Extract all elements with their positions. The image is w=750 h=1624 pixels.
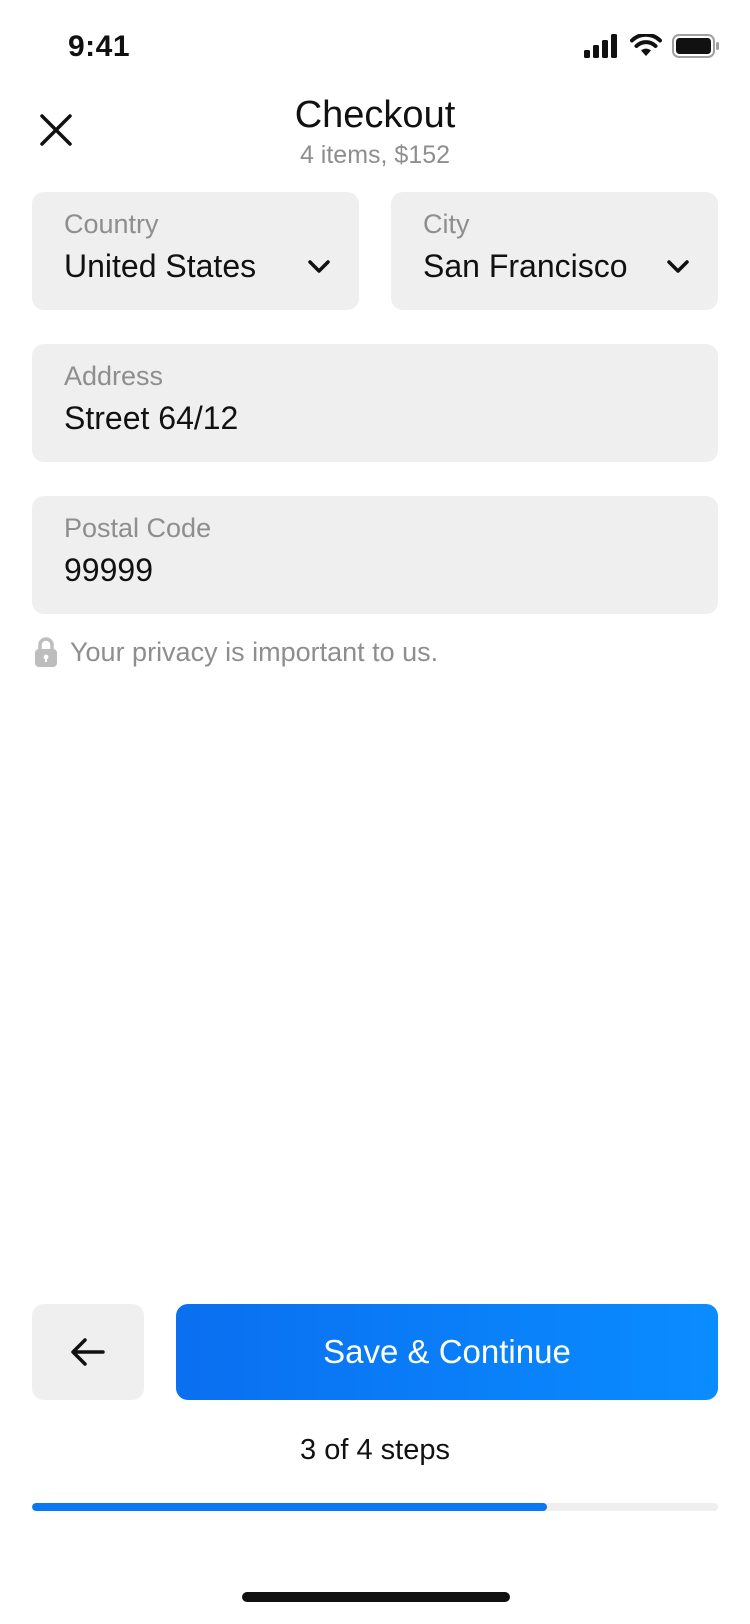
status-time: 9:41 [68, 30, 131, 63]
battery-icon [672, 34, 719, 58]
country-label: Country [64, 209, 159, 239]
postal-code-value: 99999 [64, 552, 153, 588]
lock-icon [35, 637, 57, 667]
arrow-left-icon [71, 1338, 105, 1366]
postal-code-label: Postal Code [64, 513, 212, 543]
privacy-note: Your privacy is important to us. [34, 636, 438, 668]
chevron-down-icon [667, 260, 689, 273]
order-summary: 4 items, $152 [299, 141, 451, 169]
step-indicator: 3 of 4 steps [300, 1434, 450, 1466]
back-button[interactable] [32, 1304, 144, 1400]
page-title: Checkout [294, 94, 456, 136]
wifi-icon [630, 34, 662, 56]
postal-code-field[interactable]: Postal Code 99999 [32, 496, 718, 614]
city-select[interactable]: City San Francisco [391, 192, 718, 310]
cellular-signal-icon [584, 34, 617, 58]
city-value: San Francisco [423, 248, 628, 284]
home-indicator[interactable] [242, 1592, 510, 1602]
city-label: City [423, 209, 470, 239]
address-value: Street 64/12 [64, 400, 239, 436]
progress-bar [32, 1503, 718, 1511]
chevron-down-icon [308, 260, 330, 273]
country-value: United States [64, 248, 257, 284]
address-label: Address [64, 361, 164, 391]
address-field[interactable]: Address Street 64/12 [32, 344, 718, 462]
country-select[interactable]: Country United States [32, 192, 359, 310]
status-icons [584, 34, 720, 58]
progress-fill [32, 1503, 547, 1511]
privacy-text: Your privacy is important to us. [70, 636, 439, 667]
save-continue-button[interactable]: Save & Continue [176, 1304, 718, 1400]
